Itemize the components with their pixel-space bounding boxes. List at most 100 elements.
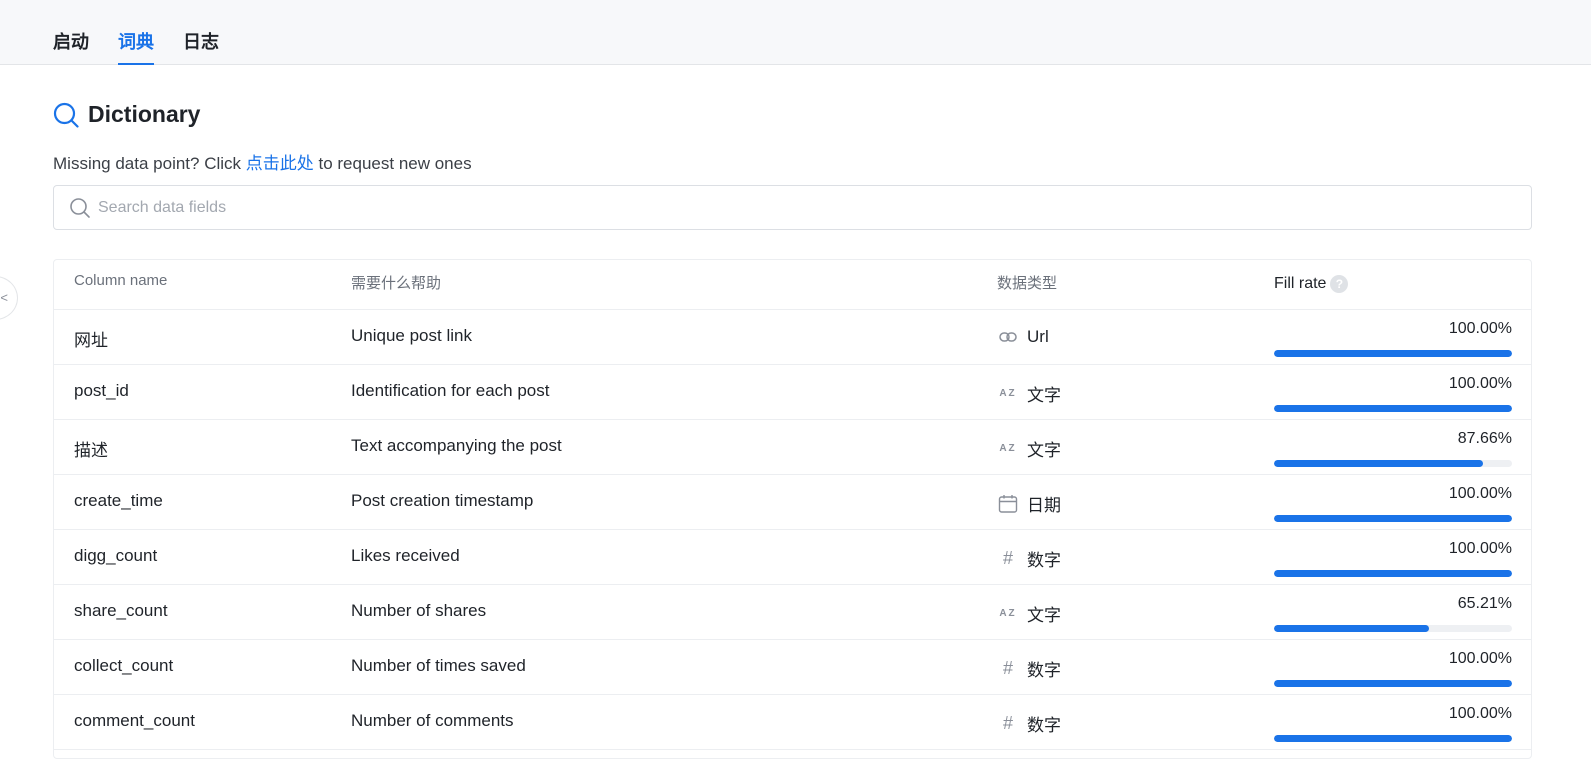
fill-rate-bar-fill bbox=[1274, 405, 1512, 412]
table-row[interactable]: post_id Identification for each post AZ 文字 1… bbox=[54, 365, 1531, 420]
data-type-label: 数字 bbox=[1027, 716, 1061, 735]
search-icon bbox=[53, 102, 79, 128]
page-header: Dictionary bbox=[53, 101, 200, 128]
column-description: Likes received bbox=[351, 546, 460, 565]
fill-rate-percent: 87.66% bbox=[1457, 430, 1512, 447]
column-description: Text accompanying the post bbox=[351, 436, 562, 455]
fill-rate-percent: 100.00% bbox=[1448, 485, 1512, 502]
table-row[interactable]: share_count Number of shares AZ 文字 65.21% bbox=[54, 585, 1531, 640]
search-box bbox=[53, 185, 1532, 230]
fill-rate: 100.00% bbox=[1274, 539, 1512, 577]
request-hint-prefix: Missing data point? Click bbox=[53, 154, 246, 173]
column-description: Post creation timestamp bbox=[351, 491, 534, 510]
table-row[interactable]: comment_count Number of comments # 数字 100.00… bbox=[54, 695, 1531, 750]
hash-icon: # bbox=[1002, 658, 1013, 678]
tab-dictionary[interactable]: 词典 bbox=[118, 30, 154, 65]
column-name: create_time bbox=[74, 491, 163, 510]
data-type: # 数字 bbox=[997, 656, 1061, 681]
tab-logs[interactable]: 日志 bbox=[183, 30, 219, 65]
fill-rate-bar bbox=[1274, 405, 1512, 412]
data-type: Url bbox=[997, 326, 1049, 348]
column-header-type: 数据类型 bbox=[997, 275, 1058, 292]
fill-rate: 100.00% bbox=[1274, 704, 1512, 742]
fill-rate-percent: 100.00% bbox=[1448, 705, 1512, 722]
column-description: Number of comments bbox=[351, 711, 514, 730]
fill-rate-bar bbox=[1274, 350, 1512, 357]
fill-rate-percent: 100.00% bbox=[1448, 540, 1512, 557]
column-name: collect_count bbox=[74, 656, 174, 675]
fill-rate-bar bbox=[1274, 460, 1512, 467]
top-nav-bar: 启动 词典 日志 bbox=[0, 0, 1591, 65]
fill-rate-percent: 65.21% bbox=[1457, 595, 1512, 612]
fill-rate-bar-fill bbox=[1274, 350, 1512, 357]
fill-rate-percent: 100.00% bbox=[1448, 650, 1512, 667]
data-type-label: Url bbox=[1027, 327, 1049, 346]
fill-rate: 100.00% bbox=[1274, 649, 1512, 687]
request-hint: Missing data point? Click 点击此处 to reques… bbox=[53, 149, 472, 174]
fill-rate-bar-fill bbox=[1274, 515, 1512, 522]
fill-rate-bar bbox=[1274, 625, 1512, 632]
fill-rate-bar bbox=[1274, 570, 1512, 577]
table-header: Column name 需要什么帮助 数据类型 Fill rate ? bbox=[54, 260, 1531, 310]
search-input[interactable] bbox=[98, 186, 1518, 229]
dictionary-table: Column name 需要什么帮助 数据类型 Fill rate ? 网址 Un… bbox=[53, 259, 1532, 759]
column-name: 网址 bbox=[74, 331, 108, 350]
page-title: Dictionary bbox=[88, 101, 201, 127]
fill-rate-bar bbox=[1274, 515, 1512, 522]
tab-list: 启动 词典 日志 bbox=[53, 30, 219, 65]
fill-rate-percent: 100.00% bbox=[1448, 375, 1512, 392]
data-type: 日期 bbox=[997, 491, 1061, 516]
data-type: # 数字 bbox=[997, 711, 1061, 736]
text-az-icon: AZ bbox=[999, 443, 1017, 454]
table-row[interactable]: create_time Post creation timestamp 日期 100.… bbox=[54, 475, 1531, 530]
tab-launch[interactable]: 启动 bbox=[53, 30, 89, 65]
table-row[interactable]: 网址 Unique post link Url 100.00% bbox=[54, 310, 1531, 365]
column-header-name: Column name bbox=[74, 272, 168, 289]
data-type: AZ 文字 bbox=[997, 381, 1061, 406]
data-type: AZ 文字 bbox=[997, 436, 1061, 461]
fill-rate-bar bbox=[1274, 680, 1512, 687]
link-icon bbox=[997, 326, 1019, 348]
column-description: Number of times saved bbox=[351, 656, 526, 675]
help-icon[interactable]: ? bbox=[1330, 275, 1349, 293]
calendar-icon bbox=[997, 493, 1019, 515]
table-row[interactable]: digg_count Likes received # 数字 100.00% bbox=[54, 530, 1531, 585]
fill-rate: 87.66% bbox=[1274, 429, 1512, 467]
table-row[interactable]: 描述 Text accompanying the post AZ 文字 87.66% bbox=[54, 420, 1531, 475]
data-type-label: 文字 bbox=[1027, 386, 1061, 405]
data-type: # 数字 bbox=[997, 546, 1061, 571]
text-az-icon: AZ bbox=[999, 608, 1017, 619]
column-name: comment_count bbox=[74, 711, 195, 730]
column-name: digg_count bbox=[74, 546, 158, 565]
data-type-label: 文字 bbox=[1027, 606, 1061, 625]
column-name: share_count bbox=[74, 601, 168, 620]
data-type-label: 文字 bbox=[1027, 441, 1061, 460]
hash-icon: # bbox=[1002, 548, 1013, 568]
request-link[interactable]: 点击此处 bbox=[246, 154, 314, 173]
fill-rate: 65.21% bbox=[1274, 594, 1512, 632]
fill-rate-percent: 100.00% bbox=[1448, 320, 1512, 337]
text-az-icon: AZ bbox=[999, 388, 1017, 399]
column-description: Identification for each post bbox=[351, 381, 550, 400]
hash-icon: # bbox=[1002, 713, 1013, 733]
column-description: Unique post link bbox=[351, 326, 472, 345]
data-type-label: 数字 bbox=[1027, 661, 1061, 680]
fill-rate: 100.00% bbox=[1274, 484, 1512, 522]
column-header-description: 需要什么帮助 bbox=[351, 275, 442, 292]
column-name: 描述 bbox=[74, 441, 108, 460]
fill-rate-bar-fill bbox=[1274, 680, 1512, 687]
search-icon bbox=[70, 198, 90, 218]
column-name: post_id bbox=[74, 381, 129, 400]
request-hint-suffix: to request new ones bbox=[313, 154, 472, 173]
fill-rate-bar-fill bbox=[1274, 570, 1512, 577]
collapse-sidebar-button[interactable]: < bbox=[0, 276, 18, 320]
column-header-fill-rate: Fill rate ? bbox=[1274, 275, 1349, 293]
data-type-label: 日期 bbox=[1027, 496, 1061, 515]
fill-rate: 100.00% bbox=[1274, 319, 1512, 357]
column-description: Number of shares bbox=[351, 601, 487, 620]
data-type: AZ 文字 bbox=[997, 601, 1061, 626]
table-row[interactable]: collect_count Number of times saved # 数字 100… bbox=[54, 640, 1531, 695]
fill-rate-bar-fill bbox=[1274, 460, 1483, 467]
fill-rate: 100.00% bbox=[1274, 374, 1512, 412]
data-type-label: 数字 bbox=[1027, 551, 1061, 570]
